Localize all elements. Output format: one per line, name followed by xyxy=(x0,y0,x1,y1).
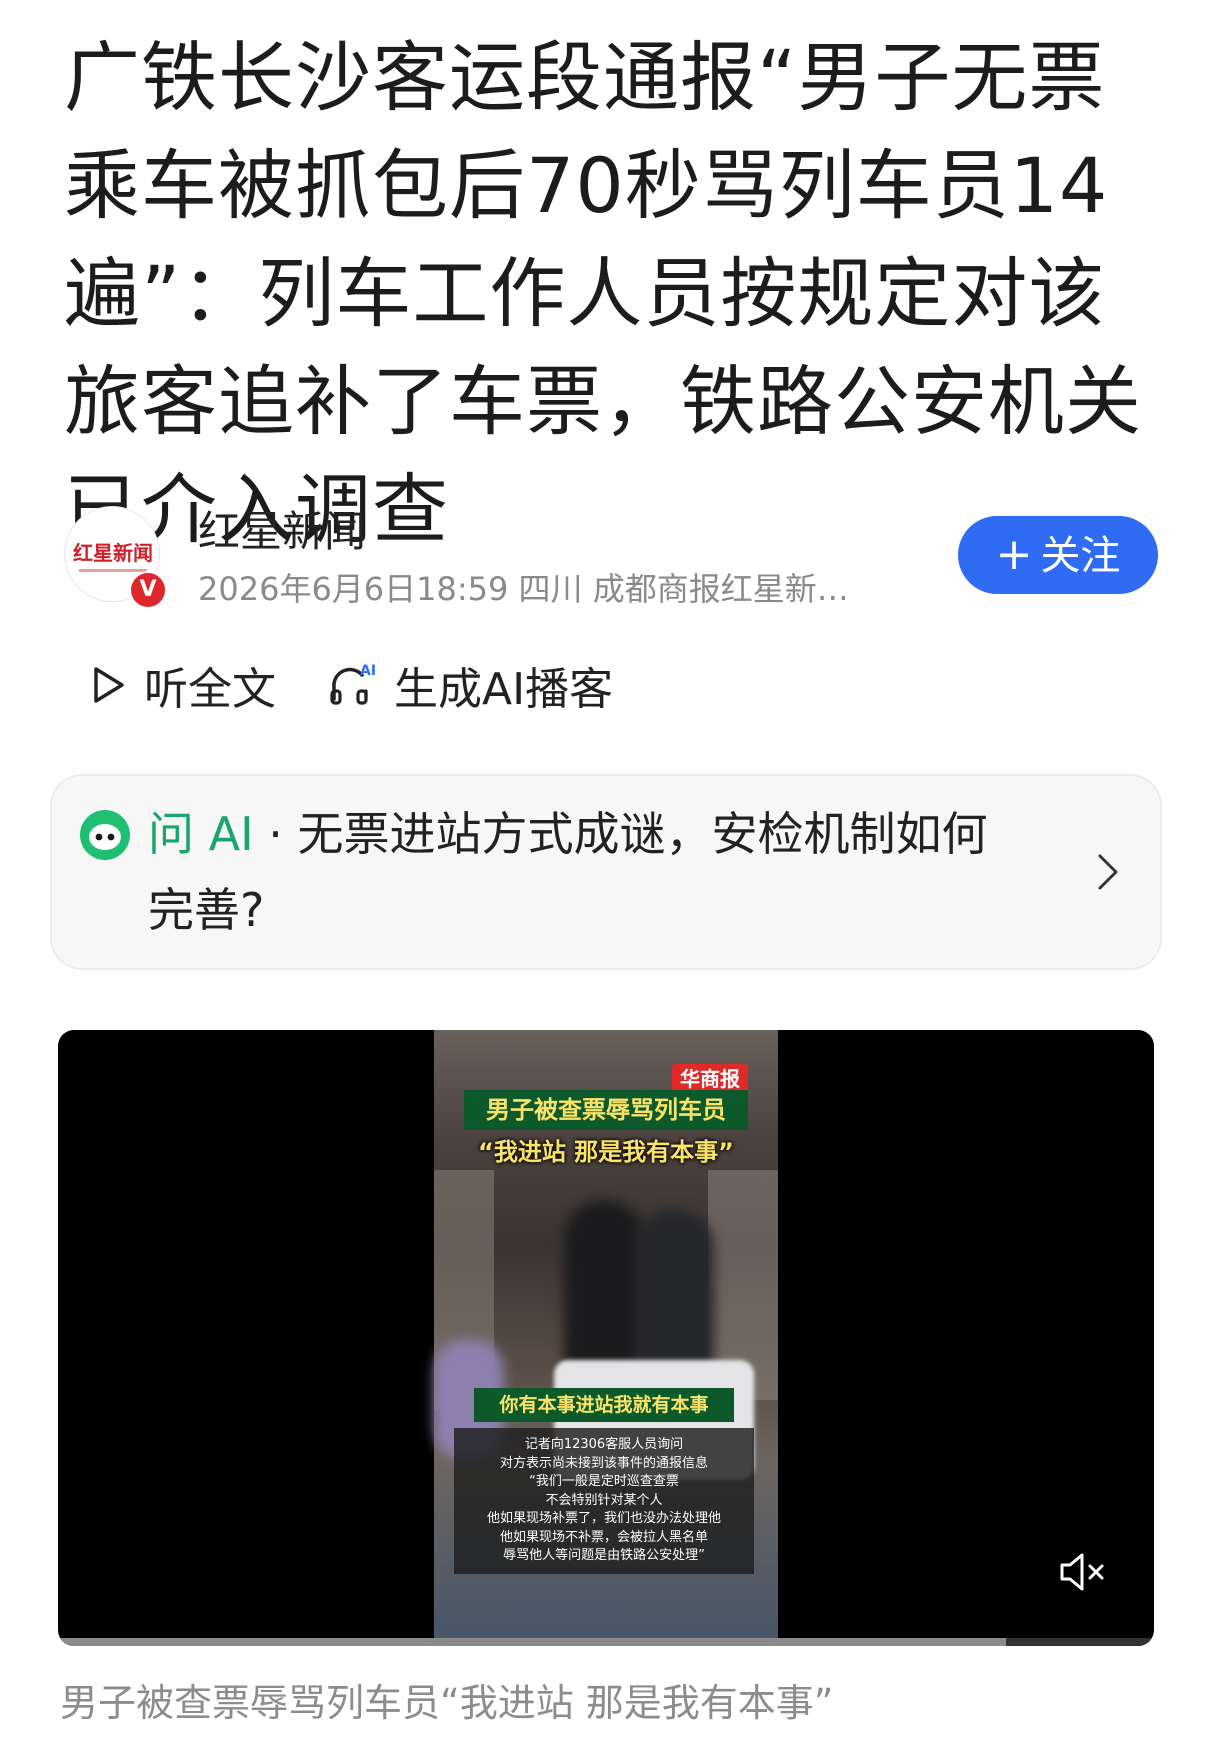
notice-line: 他如果现场不补票，会被拉人黑名单 xyxy=(499,1529,708,1545)
ask-ai-card[interactable]: 问 AI · 无票进站方式成谜，安检机制如何完善? xyxy=(50,774,1162,970)
video-caption: 男子被查票辱骂列车员“我进站 那是我有本事” xyxy=(60,1681,834,1725)
listen-label: 听全文 xyxy=(144,664,276,715)
notice-line: 他如果现场补票了，我们也没办法处理他 xyxy=(486,1511,721,1526)
author-avatar[interactable]: 红星新闻 V xyxy=(64,506,167,609)
publish-meta: 2026年6月6日18:59 四川 成都商报红星新… xyxy=(198,570,849,608)
video-notice-box: 记者向12306客服人员询问 对方表示尚未接到该事件的通报信息 “我们一般是定时… xyxy=(454,1428,754,1574)
video-subtitle: 你有本事进站我就有本事 xyxy=(474,1388,734,1422)
video-title-line1: 男子被查票辱骂列车员 xyxy=(464,1090,748,1130)
notice-line: 不会特别针对某个人 xyxy=(545,1492,663,1508)
follow-label: 关注 xyxy=(1040,533,1121,579)
video-player[interactable]: 华商报 男子被查票辱骂列车员 “我进站 那是我有本事” 你有本事进站我就有本事 … xyxy=(58,1030,1154,1646)
ask-ai-label: 问 AI xyxy=(148,807,254,861)
ai-podcast-button[interactable]: AI 生成AI播客 xyxy=(328,650,613,720)
notice-line: 对方表示尚未接到该事件的通报信息 xyxy=(499,1455,708,1471)
mute-icon[interactable] xyxy=(1058,1550,1106,1594)
play-icon xyxy=(94,667,124,703)
author-name[interactable]: 红星新闻 xyxy=(198,498,366,559)
avatar-logo-text: 红星新闻 xyxy=(73,541,153,565)
ai-badge: AI xyxy=(360,663,376,679)
notice-line: 记者向12306客服人员询问 xyxy=(524,1437,684,1452)
notice-line: 辱骂他人等问题是由铁路公安处理” xyxy=(503,1548,705,1563)
video-frame: 华商报 男子被查票辱骂列车员 “我进站 那是我有本事” 你有本事进站我就有本事 … xyxy=(434,1030,778,1646)
video-title-line2: “我进站 那是我有本事” xyxy=(478,1138,734,1166)
ask-ai-text: 问 AI · 无票进站方式成谜，安检机制如何完善? xyxy=(148,796,1028,948)
follow-button[interactable]: + 关注 xyxy=(958,516,1158,594)
listen-button[interactable]: 听全文 xyxy=(92,650,276,720)
article-headline: 广铁长沙客运段通报“男子无票乘车被抓包后70秒骂列车员14遍”：列车工作人员按规… xyxy=(64,33,1142,554)
chevron-right-icon xyxy=(1098,854,1118,890)
ai-assistant-logo-icon xyxy=(80,810,130,860)
author-row: 红星新闻 V 红星新闻 2026年6月6日18:59 四川 成都商报红星新… +… xyxy=(64,498,1164,609)
plus-icon: + xyxy=(995,529,1033,580)
video-progress-fill xyxy=(58,1638,1007,1646)
avatar-logo-underline xyxy=(79,569,147,572)
ask-ai-separator: · xyxy=(253,807,298,861)
headphones-ai-icon: AI xyxy=(330,663,376,705)
verified-badge-icon: V xyxy=(129,571,167,609)
podcast-label: 生成AI播客 xyxy=(394,664,614,715)
notice-line: “我们一般是定时巡查查票 xyxy=(529,1474,679,1489)
article-actions: 听全文 AI 生成AI播客 xyxy=(92,650,992,720)
